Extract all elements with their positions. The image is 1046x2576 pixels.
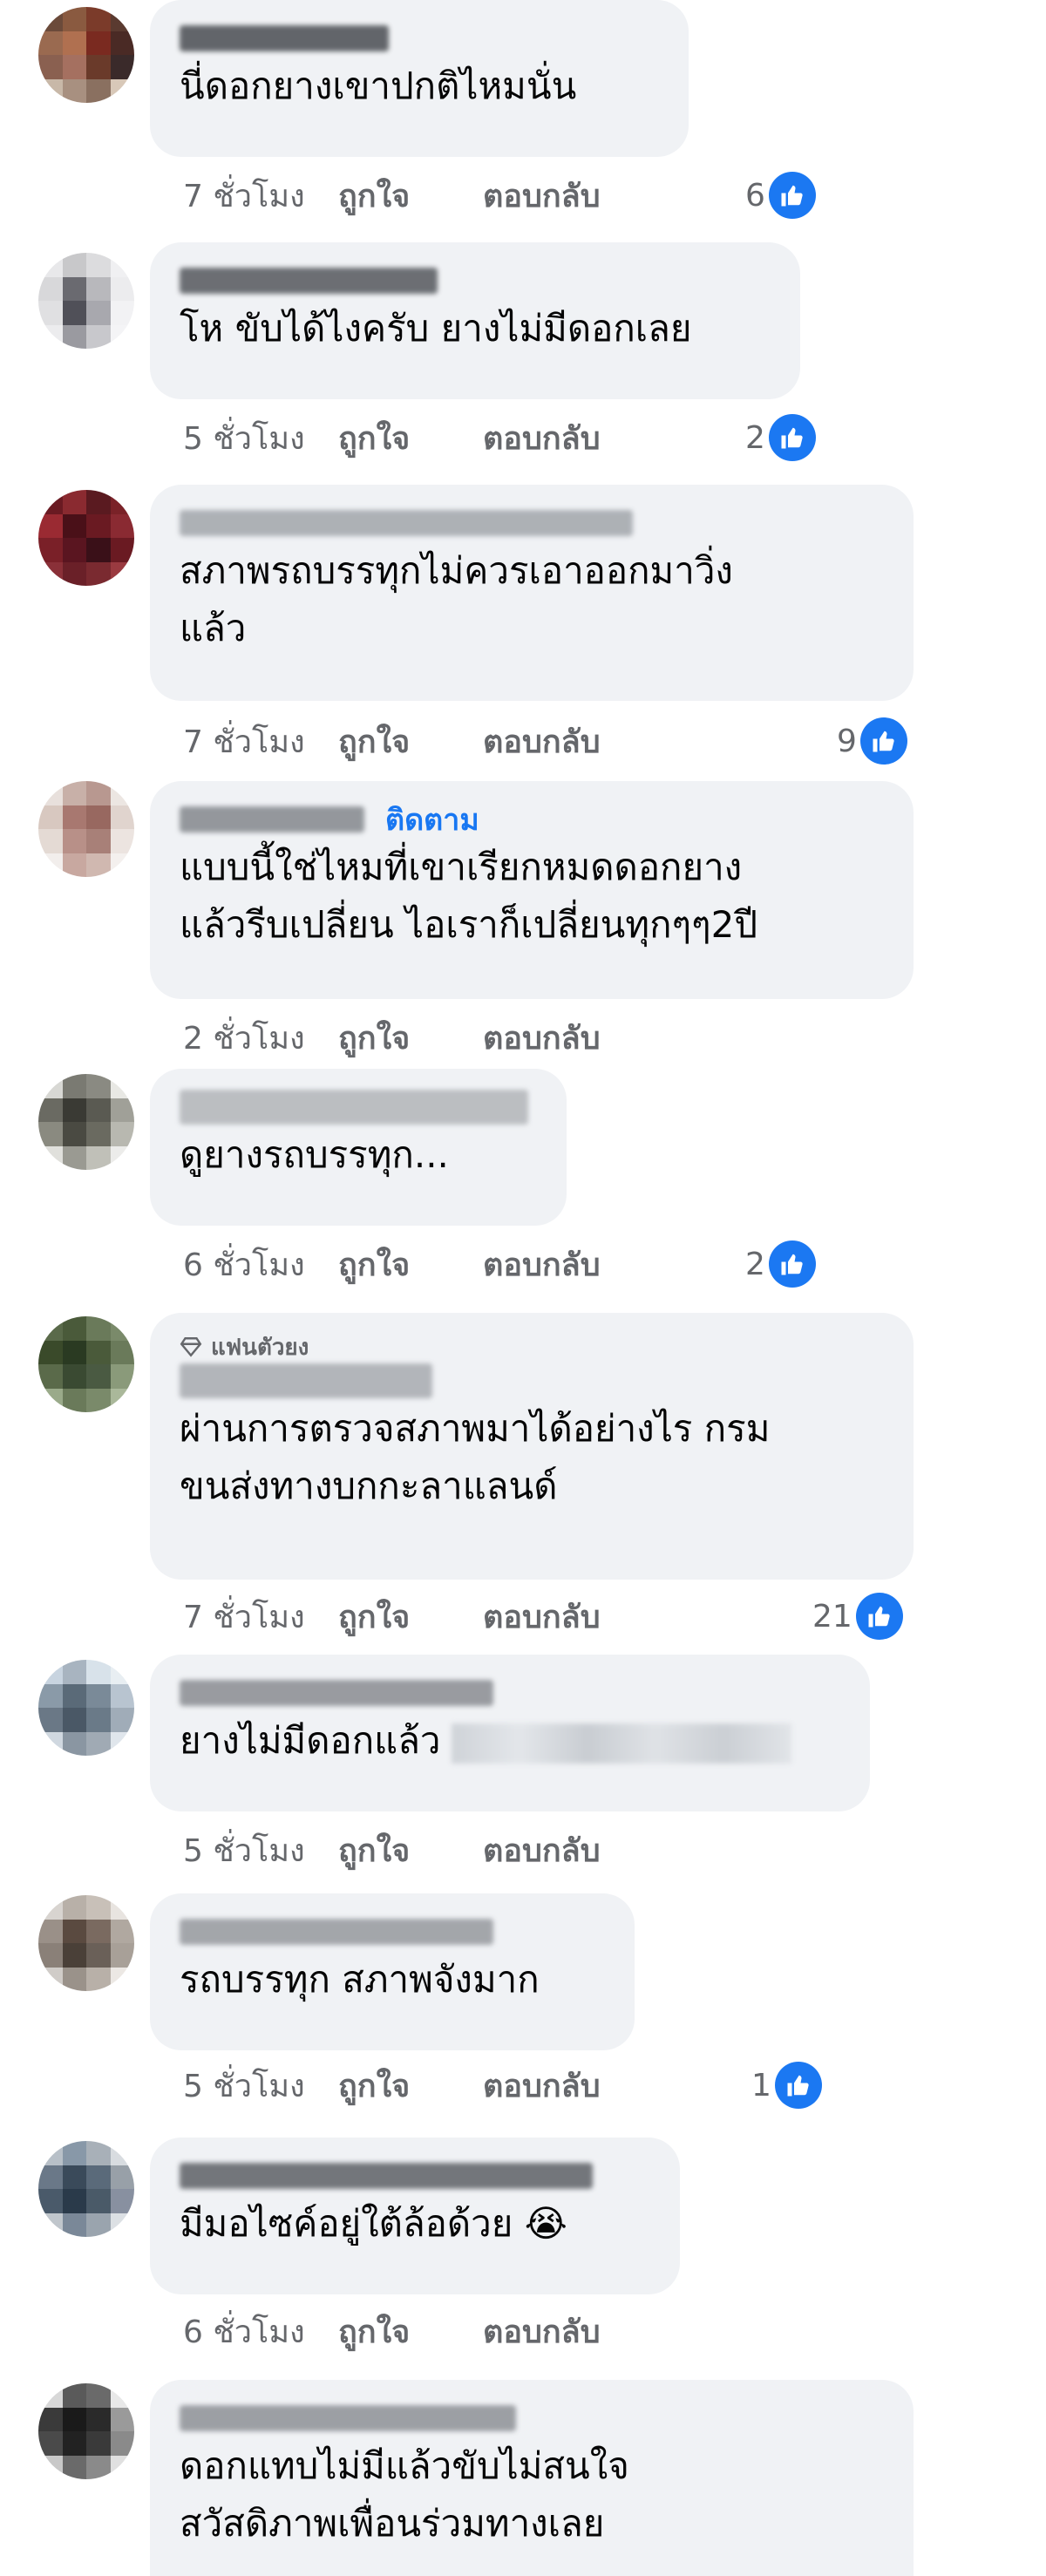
comment-timestamp[interactable]: 5 ชั่วโมง <box>183 413 338 463</box>
comment-actions: 5 ชั่วโมง ถูกใจ ตอบกลับ <box>183 413 601 462</box>
like-button[interactable]: ถูกใจ <box>338 1592 483 1641</box>
comment-text: ดอกแทบไม่มีแล้วขับไม่สนใจ สวัสดิภาพเพื่อน… <box>180 2444 629 2545</box>
comment-text: แบบนี้ใช่ไหมที่เขาเรียกหมดดอกยาง แล้วรีบเ… <box>180 846 757 946</box>
comment-actions: 7 ชั่วโมง ถูกใจ ตอบกลับ <box>183 1592 601 1641</box>
author-name[interactable] <box>180 1913 605 1951</box>
author-name[interactable] <box>180 262 771 300</box>
comment-text: รถบรรทุก สภาพจังมาก <box>180 1958 540 2001</box>
comment-timestamp[interactable]: 5 ชั่วโมง <box>183 2061 338 2110</box>
thumbs-up-icon <box>768 1240 816 1288</box>
reply-button[interactable]: ตอบกลับ <box>483 2061 601 2110</box>
avatar[interactable] <box>38 7 134 103</box>
comment-bubble: สภาพรถบรรทุกไม่ควรเอาออกมาวิ่ง แล้ว <box>150 485 914 701</box>
comment-text: สภาพรถบรรทุกไม่ควรเอาออกมาวิ่ง แล้ว <box>180 549 733 649</box>
author-name[interactable] <box>180 2399 884 2437</box>
comment-actions: 6 ชั่วโมง ถูกใจ ตอบกลับ <box>183 2307 601 2355</box>
comment-timestamp[interactable]: 2 ชั่วโมง <box>183 1013 338 1063</box>
like-button[interactable]: ถูกใจ <box>338 1825 483 1875</box>
comment-timestamp[interactable]: 7 ชั่วโมง <box>183 1592 338 1641</box>
avatar[interactable] <box>38 2383 134 2479</box>
reaction-count[interactable]: 2 <box>745 413 816 462</box>
comment-text: นี่ดอกยางเขาปกติไหมนั่น <box>180 65 577 107</box>
like-button[interactable]: ถูกใจ <box>338 717 483 766</box>
like-button[interactable]: ถูกใจ <box>338 1240 483 1289</box>
comment-text: ผ่านการตรวจสภาพมาได้อย่างไร กรม ขนส่งทางบ… <box>180 1407 771 1507</box>
comment-actions: 5 ชั่วโมง ถูกใจ ตอบกลับ <box>183 2061 601 2110</box>
comment-timestamp[interactable]: 6 ชั่วโมง <box>183 2307 338 2356</box>
reaction-count[interactable]: 2 <box>745 1240 816 1288</box>
comment-actions: 5 ชั่วโมง ถูกใจ ตอบกลับ <box>183 1825 601 1874</box>
diamond-icon <box>180 1337 202 1357</box>
comment-bubble: ดูยางรถบรรทุก... <box>150 1069 567 1226</box>
follow-link[interactable]: ติดตาม <box>385 796 479 843</box>
author-name[interactable] <box>180 1088 537 1126</box>
like-button[interactable]: ถูกใจ <box>338 1013 483 1063</box>
reaction-number: 2 <box>745 419 765 456</box>
like-button[interactable]: ถูกใจ <box>338 171 483 221</box>
avatar[interactable] <box>38 1316 134 1412</box>
avatar[interactable] <box>38 2141 134 2237</box>
author-name[interactable] <box>180 504 884 542</box>
avatar[interactable] <box>38 781 134 877</box>
reply-button[interactable]: ตอบกลับ <box>483 1592 601 1641</box>
comment-actions: 7 ชั่วโมง ถูกใจ ตอบกลับ <box>183 171 601 220</box>
comment-text: โห ขับได้ไงครับ ยางไม่มีดอกเลย <box>180 307 692 350</box>
blurred-mention <box>451 1723 791 1764</box>
author-name[interactable] <box>180 1674 840 1712</box>
reply-button[interactable]: ตอบกลับ <box>483 413 601 463</box>
author-name[interactable] <box>180 2157 650 2195</box>
top-fan-label: แฟนตัวยง <box>211 1334 309 1361</box>
reply-button[interactable]: ตอบกลับ <box>483 717 601 766</box>
like-button[interactable]: ถูกใจ <box>338 2307 483 2356</box>
top-fan-badge: แฟนตัวยง <box>180 1332 884 1362</box>
thumbs-up-icon <box>774 2062 822 2109</box>
avatar[interactable] <box>38 1895 134 1991</box>
comment-actions: 2 ชั่วโมง ถูกใจ ตอบกลับ <box>183 1013 601 1062</box>
like-button[interactable]: ถูกใจ <box>338 413 483 463</box>
avatar[interactable] <box>38 253 134 349</box>
author-name[interactable] <box>180 19 659 58</box>
reaction-number: 6 <box>745 177 765 214</box>
comment-actions: 6 ชั่วโมง ถูกใจ ตอบกลับ <box>183 1240 601 1288</box>
comment-bubble: ยางไม่มีดอกแล้ว <box>150 1655 870 1811</box>
avatar[interactable] <box>38 1660 134 1756</box>
comment-timestamp[interactable]: 7 ชั่วโมง <box>183 717 338 766</box>
reaction-number: 1 <box>751 2067 771 2104</box>
reaction-number: 2 <box>745 1246 765 1282</box>
reaction-number: 21 <box>812 1598 852 1635</box>
reaction-count[interactable]: 1 <box>751 2061 822 2110</box>
reply-button[interactable]: ตอบกลับ <box>483 1240 601 1289</box>
author-name[interactable] <box>180 1362 884 1400</box>
comment-timestamp[interactable]: 6 ชั่วโมง <box>183 1240 338 1289</box>
like-button[interactable]: ถูกใจ <box>338 2061 483 2110</box>
avatar[interactable] <box>38 1074 134 1170</box>
comment-actions: 7 ชั่วโมง ถูกใจ ตอบกลับ <box>183 717 601 765</box>
thumbs-up-icon <box>859 717 907 765</box>
thumbs-up-icon <box>768 172 816 219</box>
reply-button[interactable]: ตอบกลับ <box>483 171 601 221</box>
reaction-number: 9 <box>837 723 857 759</box>
comment-text: ดูยางรถบรรทุก... <box>180 1133 449 1176</box>
comment-bubble: ติดตาม แบบนี้ใช่ไหมที่เขาเรียกหมดดอกยางแ… <box>150 781 914 999</box>
reaction-count[interactable]: 21 <box>812 1592 903 1641</box>
reaction-count[interactable]: 6 <box>745 171 816 220</box>
reply-button[interactable]: ตอบกลับ <box>483 1013 601 1063</box>
comment-bubble: มีมอไซค์อยู่ใต้ล้อด้วย 😭 <box>150 2138 680 2294</box>
thumbs-up-icon <box>768 414 816 461</box>
comment-bubble: โห ขับได้ไงครับ ยางไม่มีดอกเลย <box>150 242 800 399</box>
reply-button[interactable]: ตอบกลับ <box>483 2307 601 2356</box>
comment-bubble: ดอกแทบไม่มีแล้วขับไม่สนใจ สวัสดิภาพเพื่อน… <box>150 2380 914 2576</box>
comment-bubble: รถบรรทุก สภาพจังมาก <box>150 1893 635 2050</box>
comment-text: มีมอไซค์อยู่ใต้ล้อด้วย 😭 <box>180 2202 567 2245</box>
thumbs-up-icon <box>855 1593 903 1640</box>
comment-bubble: นี่ดอกยางเขาปกติไหมนั่น <box>150 0 689 157</box>
author-name[interactable]: ติดตาม <box>180 800 884 839</box>
avatar[interactable] <box>38 490 134 586</box>
comment-bubble: แฟนตัวยง ผ่านการตรวจสภาพมาได้อย่างไร กรม… <box>150 1313 914 1580</box>
comment-timestamp[interactable]: 7 ชั่วโมง <box>183 171 338 221</box>
reaction-count[interactable]: 9 <box>837 717 907 765</box>
comment-timestamp[interactable]: 5 ชั่วโมง <box>183 1825 338 1875</box>
reply-button[interactable]: ตอบกลับ <box>483 1825 601 1875</box>
comment-text: ยางไม่มีดอกแล้ว <box>180 1712 840 1770</box>
